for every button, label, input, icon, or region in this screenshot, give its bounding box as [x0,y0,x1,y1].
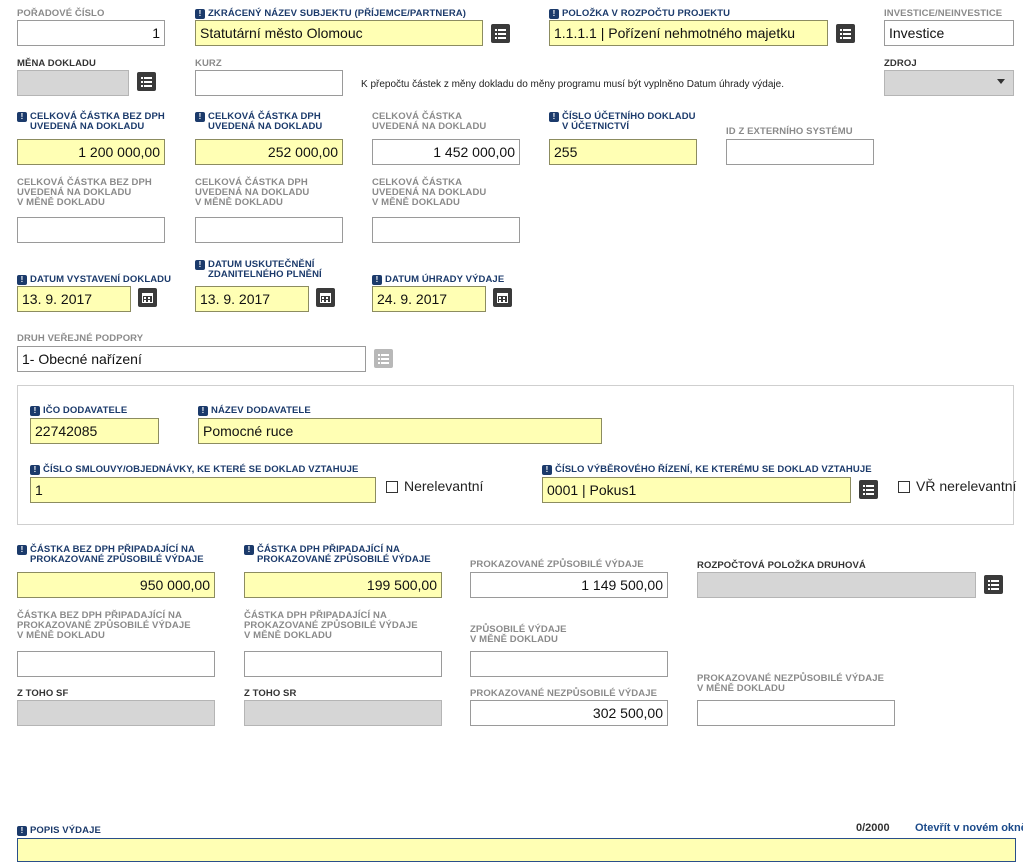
z-toho-sf-label: Z toho SF [17,688,69,699]
poradove-cislo-field[interactable]: 1 [17,20,165,46]
poradove-cislo-label: Pořadové číslo [17,8,105,19]
cislo-vr-label: ! Číslo výběrového řízení, ke kterému se … [542,465,872,475]
mena-dph-field[interactable] [195,217,343,243]
druh-podpory-label: Druh veřejné podpory [17,333,144,344]
mena-nezpusobile-label: Prokazované nezpůsobilé výdaje v měně dok… [697,673,885,694]
cislo-ucetniho-field[interactable]: 255 [549,139,697,165]
mena-zpus-bez-dph-label: Částka bez DPH připadající na prokazované… [17,610,191,641]
investice-label: Investice/neinvestice [884,8,1003,19]
castka-dph-field[interactable]: 252 000,00 [195,139,343,165]
open-new-window-link[interactable]: Otevřít v novém okně [915,822,1023,834]
list-icon[interactable] [984,575,1003,594]
vr-nerelevantni-checkbox[interactable] [898,481,910,493]
calendar-icon[interactable] [493,288,512,307]
mena-celkova-label: Celková částka uvedená na dokladu v měně d… [372,177,487,208]
castka-celkova-label: Celková částka uvedená na dokladu [372,111,487,132]
rozpoctova-polozka-label: Rozpočtová položka druhová [697,560,866,571]
chevron-down-icon [997,79,1005,84]
cislo-smlouvy-field[interactable]: 1 [30,477,376,503]
mena-dokladu-field [17,70,129,96]
mena-zpus-bez-dph-field[interactable] [17,651,215,677]
popis-vydaje-label: ! Popis výdaje [17,826,101,836]
zpus-dph-field[interactable]: 199 500,00 [244,572,442,598]
castka-bez-dph-field[interactable]: 1 200 000,00 [17,139,165,165]
calendar-icon[interactable] [316,288,335,307]
mena-zpus-dph-field[interactable] [244,651,442,677]
zpus-dph-label: ! Částka DPH připadající na prokazované zp… [244,545,431,565]
castka-celkova-field[interactable]: 1 452 000,00 [372,139,520,165]
vr-nerelevantni-label: VŘ nerelevantní [916,478,1017,494]
cislo-smlouvy-label: ! Číslo smlouvy/objednávky, ke které se d… [30,465,359,475]
prok-zpusobile-field[interactable]: 1 149 500,00 [470,572,668,598]
list-icon [374,349,393,368]
mena-bez-dph-field[interactable] [17,217,165,243]
kurz-field[interactable] [195,70,343,96]
ico-dodavatele-field[interactable]: 22742085 [30,418,159,444]
druh-podpory-field[interactable]: 1- Obecné nařízení [17,346,366,372]
list-icon[interactable] [137,72,156,91]
polozka-rozpoctu-field[interactable]: 1.1.1.1 | Pořízení nehmotného majetku [549,20,828,46]
mena-celkova-field[interactable] [372,217,520,243]
nazev-dodavatele-label: ! Název dodavatele [198,406,311,416]
popis-counter: 0/2000 [856,822,890,834]
castka-bez-dph-label: ! Celková částka bez DPH uvedená na doklad… [17,112,165,132]
z-toho-sf-field [17,700,215,726]
polozka-rozpoctu-label: ! Položka v rozpočtu projektu [549,9,730,19]
id-externi-label: ID z externího systému [726,126,853,137]
datum-uhrady-label: ! Datum úhrady výdaje [372,275,504,285]
castka-dph-label: ! Celková částka DPH uvedená na dokladu [195,112,322,132]
nazev-dodavatele-field[interactable]: Pomocné ruce [198,418,602,444]
zpus-bez-dph-label: ! Částka bez DPH připadající na prokazovan… [17,545,204,565]
mena-bez-dph-label: Celková částka bez DPH uvedená na dokladu… [17,177,152,208]
zpus-bez-dph-field[interactable]: 950 000,00 [17,572,215,598]
cislo-ucetniho-label: ! Číslo účetního dokladu v účetnictví [549,112,696,132]
popis-vydaje-textarea[interactable] [17,838,1016,862]
nerelevantni-checkbox[interactable] [386,481,398,493]
calendar-icon[interactable] [138,288,157,307]
prok-nezpusobile-field[interactable]: 302 500,00 [470,700,668,726]
list-icon[interactable] [836,24,855,43]
nazev-subjektu-label: ! Zkrácený název subjektu (příjemce/partn… [195,9,466,19]
nazev-subjektu-field[interactable]: Statutární město Olomouc [195,20,483,46]
rozpoctova-polozka-field [697,572,976,598]
prok-nezpusobile-label: Prokazované nezpůsobilé výdaje [470,688,658,699]
datum-uskutecneni-field[interactable]: 13. 9. 2017 [195,286,309,312]
mena-zpus-dph-label: Částka DPH připadající na prokazované způ… [244,610,418,641]
zdroj-label: Zdroj [884,58,917,69]
list-icon[interactable] [491,24,510,43]
kurz-label: Kurz [195,58,222,69]
id-externi-field[interactable] [726,139,874,165]
zdroj-select[interactable] [884,70,1014,96]
datum-vystaveni-field[interactable]: 13. 9. 2017 [17,286,131,312]
prepocet-note: K přepočtu částek z měny dokladu do měny… [361,79,784,90]
datum-uhrady-field[interactable]: 24. 9. 2017 [372,286,486,312]
mena-dokladu-label: Měna dokladu [17,58,96,69]
list-icon[interactable] [859,480,878,499]
datum-vystaveni-label: ! Datum vystavení dokladu [17,275,171,285]
mena-zpusobile-field[interactable] [470,651,668,677]
mena-dph-label: Celková částka DPH uvedená na dokladu v mě… [195,177,310,208]
z-toho-sr-label: Z toho SR [244,688,297,699]
mena-zpusobile-label: Způsobilé výdaje v měně dokladu [470,624,567,645]
nerelevantni-label: Nerelevantní [404,478,484,494]
datum-uskutecneni-label: ! Datum uskutečnění zdanitelného plnění [195,260,322,280]
prok-zpusobile-label: Prokazované způsobilé výdaje [470,559,644,570]
mena-nezpusobile-field[interactable] [697,700,895,726]
ico-dodavatele-label: ! IČO dodavatele [30,406,127,416]
cislo-vr-field[interactable]: 0001 | Pokus1 [542,477,851,503]
z-toho-sr-field [244,700,442,726]
investice-field[interactable]: Investice [884,20,1014,46]
dodavatel-panel [17,385,1014,525]
